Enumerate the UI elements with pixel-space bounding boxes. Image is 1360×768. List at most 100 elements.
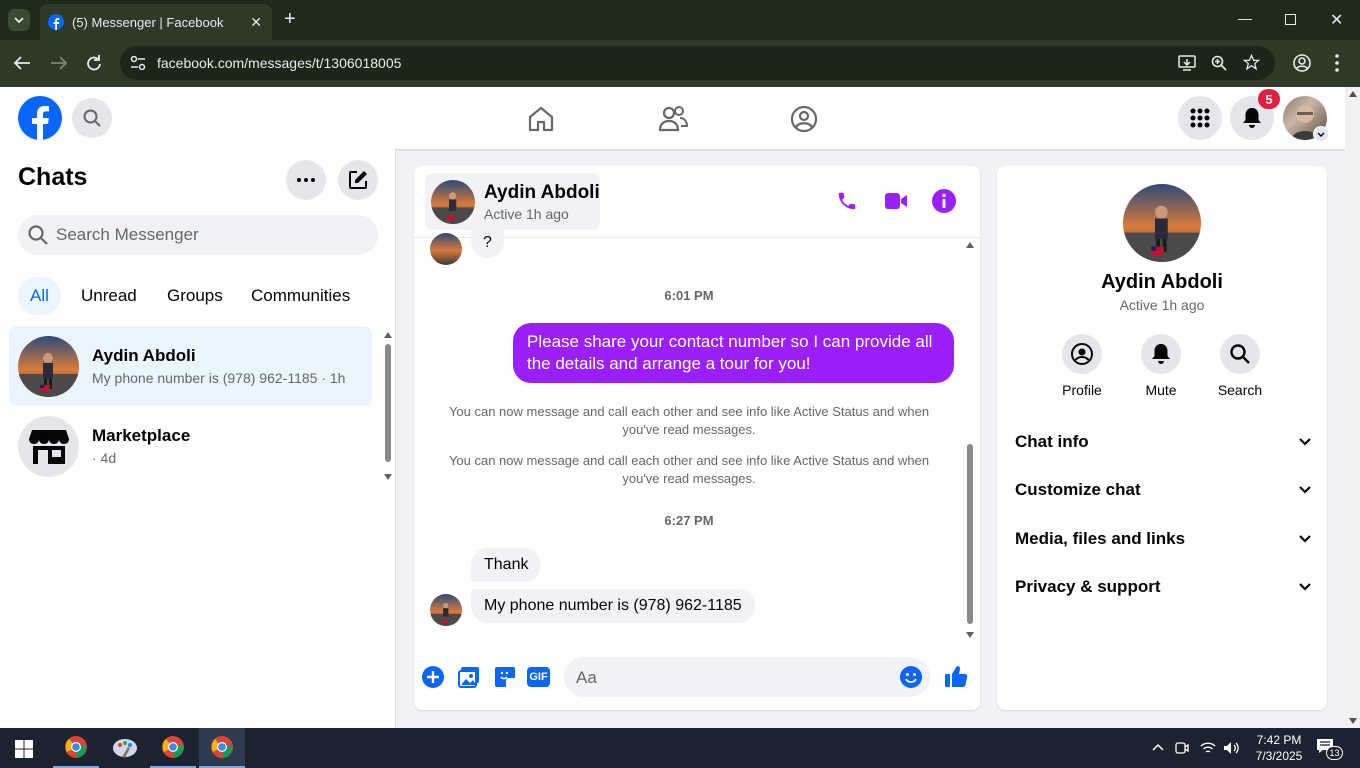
back-icon[interactable] [13, 55, 31, 71]
section-chat-info[interactable]: Chat info [1015, 422, 1311, 462]
zoom-icon[interactable] [1211, 55, 1227, 71]
section-privacy-support[interactable]: Privacy & support [1015, 567, 1311, 607]
browser-tab[interactable]: (5) Messenger | Facebook ✕ [40, 4, 272, 40]
profile-status: Active 1h ago [1119, 297, 1205, 313]
message-input-placeholder: Aa [576, 668, 597, 687]
browser-menu-icon[interactable] [1335, 54, 1339, 72]
taskbar-chrome-2[interactable] [150, 728, 196, 768]
video-call-icon[interactable] [884, 191, 908, 211]
menu-grid-button[interactable] [1178, 96, 1222, 140]
scroll-up-arrow[interactable] [966, 242, 974, 248]
volume-icon[interactable] [1223, 741, 1239, 755]
search-icon [1230, 344, 1250, 364]
windows-start-icon[interactable] [15, 740, 33, 758]
avatar [431, 179, 475, 224]
system-tray-chevron-up-icon[interactable] [1152, 743, 1164, 751]
contact-photo [431, 191, 475, 224]
messages-scrollbar[interactable] [964, 240, 976, 640]
page-scroll-up-arrow[interactable] [1349, 91, 1357, 97]
compose-icon [349, 171, 367, 189]
notification-count-badge: 13 [1326, 746, 1343, 760]
chat-list-scrollbar[interactable] [383, 332, 393, 480]
bookmark-star-icon[interactable] [1243, 54, 1260, 71]
timestamp: 6:01 PM [664, 288, 714, 303]
system-message: You can now message and call each other … [448, 453, 930, 486]
scroll-thumb[interactable] [967, 444, 973, 624]
message-outgoing[interactable]: Please share your contact number so I ca… [513, 323, 954, 383]
chevron-down-icon [14, 17, 24, 23]
gif-icon: GIF [529, 671, 548, 683]
profile-avatar[interactable] [1123, 184, 1201, 262]
sticker-icon[interactable] [494, 666, 516, 688]
taskbar-paint[interactable] [102, 728, 148, 768]
chat-name: Marketplace [92, 426, 191, 445]
mute-action-button[interactable]: Mute [1121, 334, 1201, 398]
filter-communities[interactable]: Communities [251, 277, 350, 315]
site-settings-icon[interactable] [130, 56, 146, 70]
new-tab-icon[interactable]: + [284, 8, 296, 31]
profile-action-button[interactable]: Profile [1042, 334, 1122, 398]
close-window-icon[interactable]: ✕ [1330, 10, 1343, 30]
url-text: facebook.com/messages/t/1306018005 [157, 55, 402, 71]
omnibox[interactable]: facebook.com/messages/t/1306018005 [120, 46, 1275, 80]
windows-taskbar: 7:42 PM 7/3/2025 13 [0, 728, 1360, 768]
attach-photo-icon[interactable] [458, 666, 480, 688]
new-message-button[interactable] [338, 160, 378, 200]
marketplace-store-icon [28, 430, 69, 464]
facebook-search-button[interactable] [72, 98, 112, 138]
gif-button[interactable]: GIF [527, 667, 550, 687]
chat-options-button[interactable] [286, 160, 326, 200]
meet-now-icon[interactable] [1175, 741, 1189, 755]
profile-icon[interactable] [1293, 54, 1311, 72]
phone-call-icon[interactable] [836, 190, 858, 212]
minimize-icon[interactable]: — [1238, 10, 1252, 26]
scroll-down-arrow[interactable] [966, 632, 974, 638]
clock-date: 7/3/2025 [1255, 749, 1303, 763]
reload-icon[interactable] [86, 54, 102, 72]
page-scrollbar-track[interactable] [1345, 87, 1360, 728]
account-menu-chevron[interactable] [1313, 126, 1329, 142]
message-incoming[interactable]: Thank [471, 548, 542, 582]
close-tab-icon[interactable]: ✕ [250, 14, 262, 31]
filter-all[interactable]: All [18, 277, 61, 315]
bell-icon [1243, 108, 1261, 128]
scroll-up-arrow[interactable] [384, 332, 392, 338]
tab-search-button[interactable] [8, 9, 30, 31]
filter-unread[interactable]: Unread [81, 277, 137, 315]
facebook-logo-icon[interactable] [18, 96, 62, 140]
friends-icon[interactable] [658, 105, 688, 133]
search-messenger-input[interactable]: Search Messenger [18, 215, 378, 255]
clock[interactable]: 7:42 PM 7/3/2025 [1248, 732, 1310, 764]
message-input[interactable]: Aa [564, 657, 930, 697]
contact-header-button[interactable]: Aydin Abdoli Active 1h ago [425, 173, 600, 230]
restore-icon[interactable] [1285, 14, 1296, 25]
emoji-icon[interactable] [900, 666, 922, 688]
section-customize-chat[interactable]: Customize chat [1015, 470, 1311, 510]
page-scroll-down-arrow[interactable] [1349, 718, 1357, 724]
system-message: You can now message and call each other … [448, 404, 930, 437]
filter-groups[interactable]: Groups [167, 277, 223, 315]
chat-item-marketplace[interactable]: Marketplace · 4d [9, 406, 372, 486]
section-media-files-links[interactable]: Media, files and links [1015, 519, 1311, 559]
wifi-icon[interactable] [1200, 741, 1216, 755]
search-action-button[interactable]: Search [1200, 334, 1280, 398]
forward-icon[interactable] [50, 55, 68, 71]
taskbar-chrome-1[interactable] [53, 728, 99, 768]
chat-item-aydin-abdoli[interactable]: Aydin Abdoli My phone number is (978) 96… [9, 326, 372, 406]
conversation-details-panel: Aydin Abdoli Active 1h ago Profile Mute … [997, 166, 1327, 710]
install-app-icon[interactable] [1178, 55, 1196, 71]
taskbar-chrome-3-active[interactable] [199, 728, 245, 768]
conversation-info-icon[interactable] [932, 189, 956, 213]
search-icon [28, 225, 48, 245]
profile-icon [1071, 343, 1093, 365]
more-actions-plus-icon[interactable] [422, 666, 444, 688]
contact-name: Aydin Abdoli [484, 181, 600, 203]
profile-nav-icon[interactable] [790, 105, 818, 133]
scroll-down-arrow[interactable] [384, 474, 392, 480]
thumbs-up-icon[interactable] [944, 664, 968, 688]
action-center-button[interactable]: 13 [1316, 738, 1346, 760]
scroll-thumb[interactable] [385, 344, 391, 462]
message-incoming[interactable]: My phone number is (978) 962-1185 [471, 589, 755, 623]
message-incoming[interactable]: ? [471, 228, 504, 258]
home-icon[interactable] [527, 105, 555, 133]
